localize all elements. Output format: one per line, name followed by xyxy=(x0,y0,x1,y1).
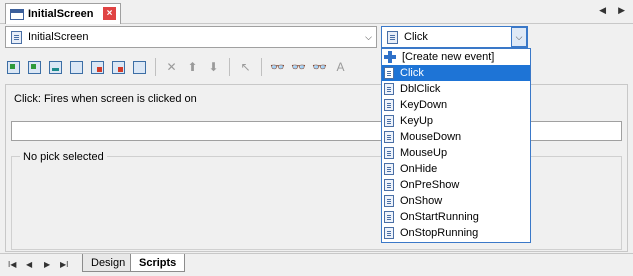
dropdown-item[interactable]: KeyUp xyxy=(382,113,530,129)
dropdown-item[interactable]: OnShow xyxy=(382,193,530,209)
plus-icon xyxy=(384,51,396,63)
dropdown-item-label: KeyDown xyxy=(400,99,448,111)
dropdown-item[interactable]: OnHide xyxy=(382,161,530,177)
event-select[interactable]: Click ⌵ xyxy=(381,26,528,48)
dropdown-item-label: Click xyxy=(400,67,424,79)
image-icon[interactable] xyxy=(47,59,64,76)
dropdown-item-label: [Create new event] xyxy=(402,51,495,63)
script-icon xyxy=(384,147,394,159)
script-icon xyxy=(384,83,394,95)
dropdown-item[interactable]: Click xyxy=(382,65,530,81)
new-scene-icon[interactable] xyxy=(5,59,22,76)
tab-scripts[interactable]: Scripts xyxy=(130,254,185,272)
script-icon xyxy=(384,195,394,207)
toolbar-separator xyxy=(261,58,262,76)
object-select[interactable]: InitialScreen ⌵ xyxy=(5,26,377,48)
dropdown-item[interactable]: [Create new event] xyxy=(382,49,530,65)
text-icon[interactable]: A xyxy=(332,59,349,76)
debug-icon[interactable] xyxy=(110,59,127,76)
event-dropdown-list: [Create new event] Click DblClick KeyDown Ke… xyxy=(381,48,531,243)
dropdown-item-label: OnStartRunning xyxy=(400,211,479,223)
cursor-icon[interactable]: ↖ xyxy=(237,59,254,76)
window-icon xyxy=(10,8,24,20)
dropdown-item-label: OnShow xyxy=(400,195,443,207)
tab-navigation: ◀ ▶ xyxy=(599,5,625,16)
dropdown-item[interactable]: MouseUp xyxy=(382,145,530,161)
script-icon xyxy=(384,211,394,223)
script-icon xyxy=(384,67,394,79)
dropdown-item-label: OnHide xyxy=(400,163,438,175)
first-tab-icon[interactable]: I◀ xyxy=(8,260,16,269)
last-tab-icon[interactable]: ▶I xyxy=(60,260,68,269)
script-icon xyxy=(384,179,394,191)
object-select-value: InitialScreen xyxy=(28,31,89,43)
script-icon xyxy=(384,227,394,239)
find-next-icon[interactable]: 👓 xyxy=(290,59,307,76)
dropdown-item[interactable]: OnStopRunning xyxy=(382,225,530,241)
toolbar-separator xyxy=(155,58,156,76)
document-tabstrip: InitialScreen × ◀ ▶ xyxy=(0,0,633,24)
dropdown-item[interactable]: DblClick xyxy=(382,81,530,97)
move-down-icon[interactable]: ⬇ xyxy=(205,59,222,76)
find-icon[interactable]: 👓 xyxy=(269,59,286,76)
script-icon xyxy=(384,115,394,127)
bottom-tabbar: I◀ ◀ ▶ ▶I Design Scripts xyxy=(0,253,633,276)
script-icon xyxy=(384,163,394,175)
next-tab-icon[interactable]: ▶ xyxy=(44,260,50,269)
chevron-down-icon[interactable]: ⌵ xyxy=(360,27,376,47)
dropdown-item-label: DblClick xyxy=(400,83,441,95)
prev-tab-icon[interactable]: ◀ xyxy=(26,260,32,269)
replace-icon[interactable]: 👓 xyxy=(311,59,328,76)
pick-group-label: No pick selected xyxy=(20,151,107,163)
tab-initialscreen[interactable]: InitialScreen × xyxy=(5,3,121,24)
dropdown-item-label: MouseUp xyxy=(400,147,448,159)
script-icon xyxy=(384,99,394,111)
cut-object-icon[interactable] xyxy=(89,59,106,76)
scroll-tabs-left-icon[interactable]: ◀ xyxy=(599,5,606,16)
screen-icon xyxy=(11,30,22,44)
dropdown-item[interactable]: MouseDown xyxy=(382,129,530,145)
script-panel: Click: Fires when screen is clicked on N… xyxy=(5,84,628,252)
dropdown-item-label: OnStopRunning xyxy=(400,227,479,239)
delete-icon[interactable]: ✕ xyxy=(163,59,180,76)
event-description: Click: Fires when screen is clicked on xyxy=(14,93,197,105)
script-icon xyxy=(384,131,394,143)
toolbar-separator xyxy=(229,58,230,76)
tab-title: InitialScreen xyxy=(28,8,94,20)
dropdown-item[interactable]: OnStartRunning xyxy=(382,209,530,225)
scroll-tabs-right-icon[interactable]: ▶ xyxy=(618,5,625,16)
add-layer-icon[interactable] xyxy=(26,59,43,76)
dropdown-item-label: KeyUp xyxy=(400,115,434,127)
print-icon[interactable] xyxy=(131,59,148,76)
dropdown-item-label: MouseDown xyxy=(400,131,462,143)
tab-design[interactable]: Design xyxy=(82,254,132,272)
chevron-down-icon[interactable]: ⌵ xyxy=(511,27,527,47)
script-toolbar: ✕ ⬆ ⬇ ↖ 👓 👓 👓 A xyxy=(5,55,349,79)
properties-icon[interactable] xyxy=(68,59,85,76)
close-icon[interactable]: × xyxy=(103,7,116,20)
dropdown-item[interactable]: OnPreShow xyxy=(382,177,530,193)
dropdown-item-label: OnPreShow xyxy=(400,179,460,191)
dropdown-item[interactable]: KeyDown xyxy=(382,97,530,113)
move-up-icon[interactable]: ⬆ xyxy=(184,59,201,76)
script-icon xyxy=(387,30,398,44)
event-select-value: Click xyxy=(404,31,428,43)
